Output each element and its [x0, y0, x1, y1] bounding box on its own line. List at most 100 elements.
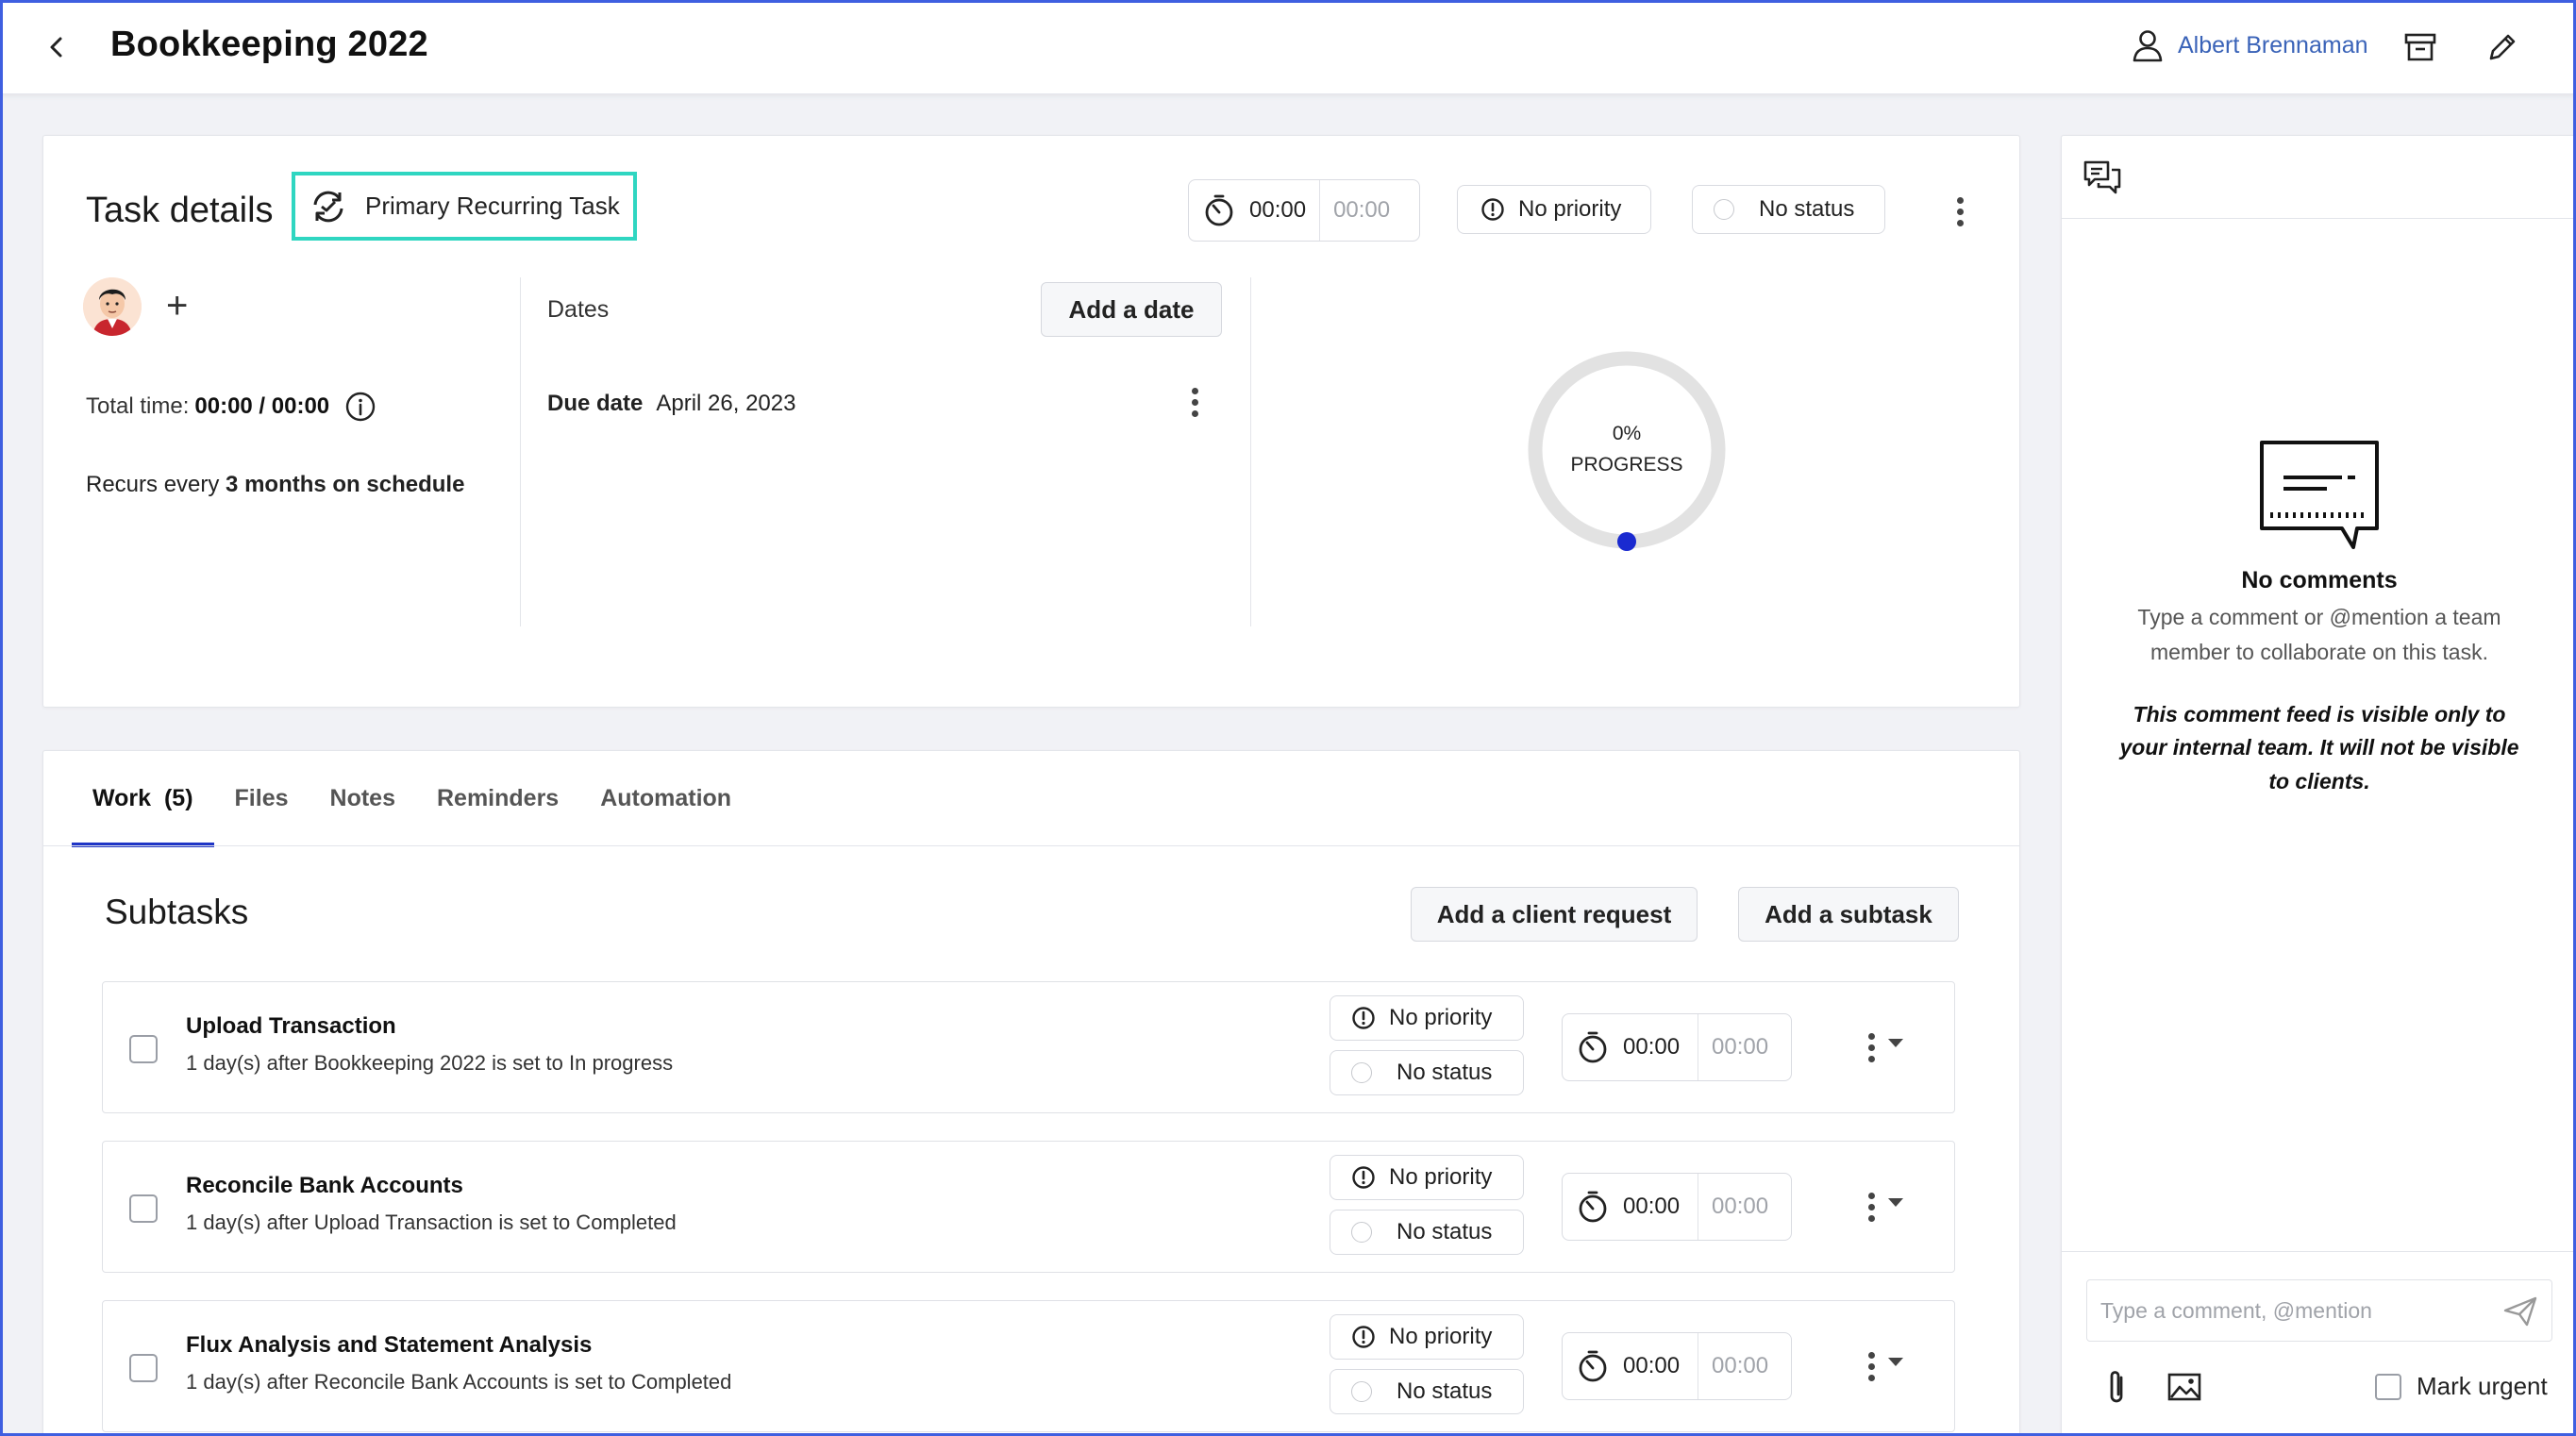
subtask-more-button[interactable] — [1860, 1347, 1882, 1385]
timer-budget: 00:00 — [1712, 1194, 1769, 1219]
priority-alert-icon — [1352, 1326, 1375, 1348]
no-comments-description: Type a comment or @mention a team member… — [2137, 605, 2501, 664]
task-timer[interactable]: 00:00 00:00 — [1188, 179, 1420, 242]
subtask-timer[interactable]: 00:00 00:00 — [1562, 1173, 1792, 1241]
subtask-status-selector[interactable]: No status — [1330, 1050, 1524, 1095]
send-icon[interactable] — [2502, 1295, 2538, 1327]
timer-budget: 00:00 — [1712, 1034, 1769, 1060]
timer-budget: 00:00 — [1712, 1353, 1769, 1378]
due-date-value: April 26, 2023 — [656, 391, 796, 416]
timer-elapsed: 00:00 — [1623, 1034, 1681, 1060]
priority-alert-icon — [1352, 1007, 1375, 1029]
expand-subtask-caret-icon[interactable] — [1888, 1039, 1903, 1047]
recurring-task-badge[interactable]: Primary Recurring Task — [292, 172, 637, 241]
task-more-menu-button[interactable] — [1949, 192, 1971, 230]
add-date-button[interactable]: Add a date — [1041, 282, 1222, 337]
subtasks-title: Subtasks — [105, 893, 249, 931]
tabs-divider — [43, 845, 2019, 846]
user-name: Albert Brennaman — [2178, 31, 2368, 58]
tab-work[interactable]: Work (5) — [72, 751, 214, 847]
comment-input-placeholder: Type a comment, @mention — [2100, 1297, 2372, 1323]
dates-label: Dates — [547, 296, 610, 323]
add-subtask-button[interactable]: Add a subtask — [1738, 887, 1959, 942]
comments-empty-state: No comments Type a comment or @mention a… — [2062, 438, 2576, 799]
assignee-avatar[interactable] — [83, 277, 142, 336]
archive-icon — [2404, 33, 2436, 61]
status-label: No status — [1759, 196, 1855, 222]
total-time: Total time: 00:00 / 00:00 — [86, 391, 376, 423]
tab-work-count: (5) — [163, 784, 193, 811]
work-card: Work (5) Files Notes Reminders Automatio… — [42, 750, 2020, 1436]
subtask-checkbox[interactable] — [129, 1035, 158, 1063]
subtask-more-button[interactable] — [1860, 1028, 1882, 1066]
priority-label: No priority — [1518, 196, 1622, 222]
timer-elapsed: 00:00 — [1249, 197, 1307, 223]
status-circle-icon — [1351, 1381, 1372, 1402]
task-details-card: Task details Primary Recurring Task 00:0… — [42, 135, 2020, 708]
stopwatch-icon — [1579, 1350, 1607, 1382]
edit-button[interactable] — [2482, 26, 2523, 68]
timer-budget: 00:00 — [1333, 197, 1391, 223]
tab-automation[interactable]: Automation — [579, 751, 752, 845]
comments-icon — [2083, 160, 2121, 194]
no-comments-title: No comments — [2241, 567, 2398, 593]
comments-header — [2062, 136, 2576, 219]
stopwatch-icon — [1579, 1031, 1607, 1063]
subtask-row: Upload Transaction 1 day(s) after Bookke… — [102, 981, 1955, 1113]
expand-subtask-caret-icon[interactable] — [1888, 1198, 1903, 1207]
priority-alert-icon — [1481, 198, 1504, 221]
subtask-name[interactable]: Flux Analysis and Statement Analysis — [186, 1332, 592, 1359]
subtask-timer[interactable]: 00:00 00:00 — [1562, 1332, 1792, 1400]
add-client-request-button[interactable]: Add a client request — [1411, 887, 1698, 942]
info-icon[interactable] — [344, 391, 376, 423]
subtask-row: Flux Analysis and Statement Analysis 1 d… — [102, 1300, 1955, 1432]
tab-notes[interactable]: Notes — [309, 751, 416, 845]
total-time-value: 00:00 / 00:00 — [194, 393, 330, 419]
attachment-icon[interactable] — [2104, 1368, 2129, 1406]
task-status-selector[interactable]: No status — [1692, 185, 1885, 234]
timer-elapsed: 00:00 — [1623, 1194, 1681, 1219]
back-button[interactable] — [40, 28, 74, 66]
task-details-title: Task details — [86, 191, 274, 230]
stopwatch-icon — [1205, 194, 1233, 226]
column-divider — [520, 277, 521, 626]
subtask-name[interactable]: Upload Transaction — [186, 1013, 396, 1040]
image-icon[interactable] — [2167, 1372, 2201, 1402]
total-time-label: Total time: — [86, 393, 190, 419]
recurs-value: 3 months on schedule — [226, 472, 465, 497]
subtask-more-button[interactable] — [1860, 1188, 1882, 1226]
task-priority-selector[interactable]: No priority — [1457, 185, 1651, 234]
expand-subtask-caret-icon[interactable] — [1888, 1358, 1903, 1366]
empty-comment-icon — [2260, 441, 2379, 549]
subtask-priority-selector[interactable]: No priority — [1330, 1314, 1524, 1360]
status-label: No status — [1397, 1060, 1493, 1085]
mark-urgent-checkbox[interactable] — [2375, 1373, 2401, 1400]
due-date-more-button[interactable] — [1183, 383, 1206, 421]
subtask-priority-selector[interactable]: No priority — [1330, 1155, 1524, 1200]
subtask-timer[interactable]: 00:00 00:00 — [1562, 1013, 1792, 1081]
subtask-status-selector[interactable]: No status — [1330, 1210, 1524, 1255]
subtask-status-selector[interactable]: No status — [1330, 1369, 1524, 1414]
tab-reminders[interactable]: Reminders — [416, 751, 579, 845]
tab-work-label: Work — [92, 784, 152, 811]
progress-percent: 0% — [1612, 423, 1642, 445]
status-circle-icon — [1351, 1222, 1372, 1243]
recurs-prefix: Recurs every — [86, 472, 220, 497]
archive-button[interactable] — [2400, 26, 2441, 68]
assigned-user-link[interactable]: Albert Brennaman — [2131, 28, 2368, 62]
timer-elapsed: 00:00 — [1623, 1353, 1681, 1378]
subtask-checkbox[interactable] — [129, 1354, 158, 1382]
comment-input[interactable]: Type a comment, @mention — [2086, 1279, 2552, 1342]
pencil-icon — [2489, 34, 2516, 60]
subtask-checkbox[interactable] — [129, 1194, 158, 1223]
tab-files[interactable]: Files — [214, 751, 309, 845]
top-header: Bookkeeping 2022 Albert Brennaman — [0, 0, 2576, 94]
due-date: Due date April 26, 2023 — [547, 391, 795, 417]
subtask-name[interactable]: Reconcile Bank Accounts — [186, 1173, 463, 1199]
add-assignee-button[interactable]: + — [166, 285, 188, 327]
subtask-row: Reconcile Bank Accounts 1 day(s) after U… — [102, 1141, 1955, 1273]
mark-urgent-toggle[interactable]: Mark urgent — [2375, 1372, 2548, 1401]
subtask-priority-selector[interactable]: No priority — [1330, 995, 1524, 1041]
subtask-description: 1 day(s) after Upload Transaction is set… — [186, 1211, 677, 1234]
comments-panel: No comments Type a comment or @mention a… — [2061, 135, 2576, 1436]
